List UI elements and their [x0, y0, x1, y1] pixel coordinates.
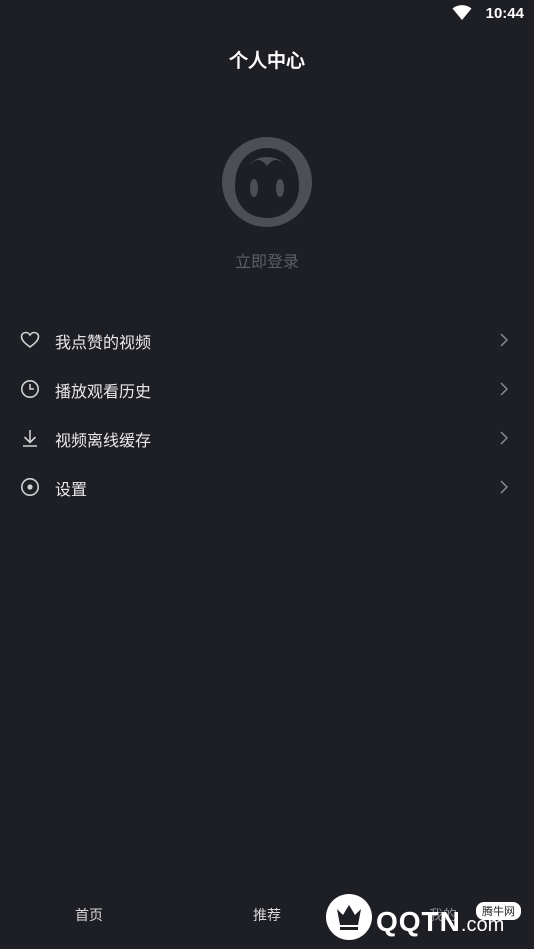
clock-icon [21, 380, 39, 398]
menu-label: 视频离线缓存 [55, 431, 152, 450]
chevron-right-icon [500, 382, 508, 396]
menu-label: 设置 [55, 480, 88, 499]
chevron-right-icon [500, 480, 508, 494]
tab-home[interactable]: 首页 [44, 905, 134, 925]
menu-item-watch-history[interactable]: 播放观看历史 [0, 364, 534, 413]
menu-item-offline-cache[interactable]: 视频离线缓存 [0, 413, 534, 462]
page-title: 个人中心 [228, 50, 305, 72]
menu-list: 我点赞的视频 播放观看历史 视频离线缓存 设置 [0, 315, 534, 511]
status-time: 10:44 [485, 5, 524, 22]
personal-center-screen: 10:44 个人中心 立即登录 我点赞的视频 播放观看历史 视频离线缓存 设置 … [0, 0, 534, 949]
heart-icon [20, 331, 40, 349]
qqtn-watermark: QQTN.com 腾牛网 [322, 892, 527, 944]
download-icon [23, 430, 37, 447]
menu-label: 我点赞的视频 [55, 333, 152, 352]
chevron-right-icon [500, 431, 508, 445]
status-bar: 10:44 [0, 0, 534, 30]
menu-label: 播放观看历史 [55, 382, 152, 401]
chevron-right-icon [500, 333, 508, 347]
tab-recommend[interactable]: 推荐 [222, 905, 312, 925]
watermark-badge: 腾牛网 [476, 902, 521, 920]
settings-icon [21, 478, 39, 496]
avatar-icon[interactable] [221, 136, 313, 228]
login-link[interactable]: 立即登录 [0, 248, 534, 272]
wifi-icon [452, 5, 472, 20]
qqtn-logo-icon [326, 894, 372, 940]
menu-item-liked-videos[interactable]: 我点赞的视频 [0, 315, 534, 364]
menu-item-settings[interactable]: 设置 [0, 462, 534, 511]
